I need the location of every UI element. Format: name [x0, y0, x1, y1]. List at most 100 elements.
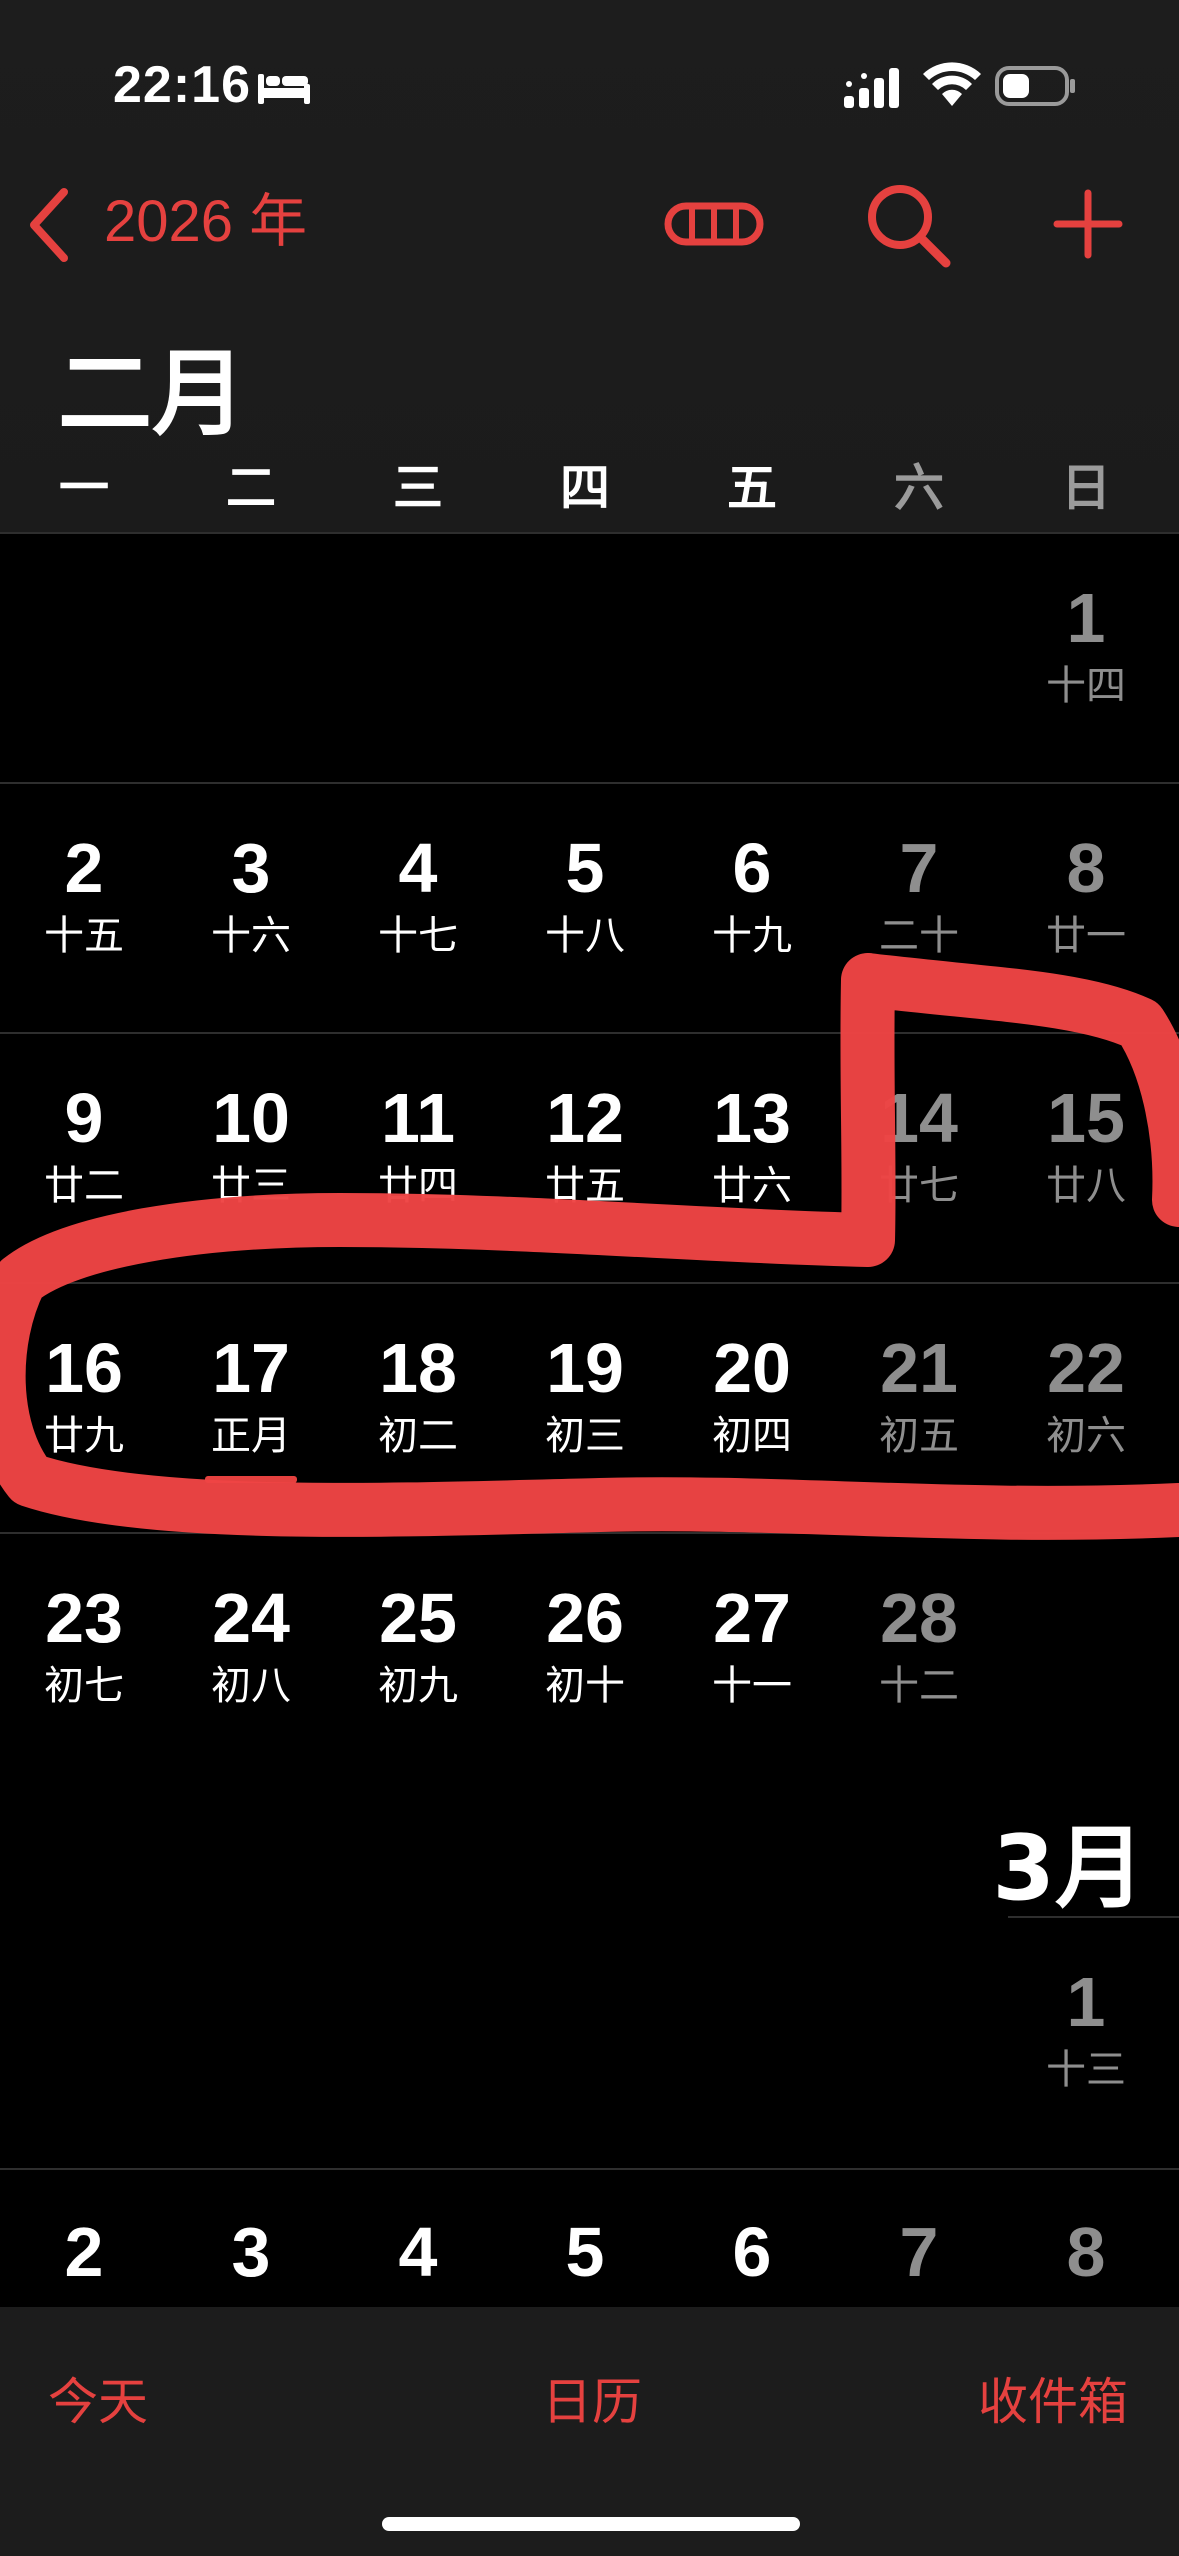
- day-cell[interactable]: 4 十七: [334, 826, 502, 962]
- day-number: 10: [212, 1079, 290, 1157]
- day-number: 15: [1047, 1079, 1125, 1157]
- day-cell[interactable]: 15 廿八: [1002, 1076, 1170, 1212]
- lunar-date: 廿五: [545, 1163, 625, 1209]
- day-number: 6: [732, 2213, 772, 2291]
- week-divider: [0, 1532, 1179, 1534]
- lunar-date: 廿八: [1046, 1163, 1126, 1209]
- view-toggle-icon[interactable]: [664, 202, 764, 246]
- day-cell[interactable]: 27 十一: [668, 1576, 836, 1712]
- add-icon[interactable]: [1053, 189, 1123, 259]
- day-cell[interactable]: 12 廿五: [501, 1076, 669, 1212]
- day-number: 4: [398, 2213, 438, 2291]
- day-number: 1: [1066, 1963, 1106, 2041]
- search-icon[interactable]: [866, 183, 952, 269]
- back-year-button[interactable]: 2026 年: [104, 186, 307, 258]
- day-cell[interactable]: 21 初五: [835, 1326, 1003, 1462]
- day-number: 12: [546, 1079, 624, 1157]
- day-number: 11: [381, 1079, 455, 1157]
- day-cell[interactable]: 25 初九: [334, 1576, 502, 1712]
- month-title: 二月: [58, 340, 247, 449]
- day-cell[interactable]: 11 廿四: [334, 1076, 502, 1212]
- week-divider: [0, 782, 1179, 784]
- lunar-date: 初八: [211, 1663, 291, 1709]
- day-number: 23: [45, 1579, 123, 1657]
- day-cell[interactable]: 4: [334, 2210, 502, 2294]
- day-number: 7: [899, 2213, 939, 2291]
- day-cell[interactable]: 7 二十: [835, 826, 1003, 962]
- battery-icon: [995, 66, 1075, 106]
- day-cell[interactable]: 28 十二: [835, 1576, 1003, 1712]
- day-cell[interactable]: 19 初三: [501, 1326, 669, 1462]
- day-number: 14: [880, 1079, 958, 1157]
- day-cell[interactable]: 10 廿三: [167, 1076, 335, 1212]
- day-cell[interactable]: 3 十六: [167, 826, 335, 962]
- day-number: 5: [565, 2213, 605, 2291]
- week-divider: [0, 1282, 1179, 1284]
- lunar-date: 初四: [712, 1413, 792, 1459]
- day-number: 8: [1066, 829, 1106, 907]
- day-cell[interactable]: 14 廿七: [835, 1076, 1003, 1212]
- lunar-date: 廿三: [211, 1163, 291, 1209]
- day-cell[interactable]: 6 十九: [668, 826, 836, 962]
- day-cell[interactable]: 8: [1002, 2210, 1170, 2294]
- day-cell[interactable]: 16 廿九: [0, 1326, 168, 1462]
- weekday-label: 四: [560, 459, 610, 517]
- day-cell[interactable]: 2 十五: [0, 826, 168, 962]
- today-button[interactable]: 今天: [48, 2362, 148, 2434]
- day-cell[interactable]: 13 廿六: [668, 1076, 836, 1212]
- day-cell-today[interactable]: 17 正月: [167, 1326, 335, 1462]
- day-cell[interactable]: 5 十八: [501, 826, 669, 962]
- lunar-date: 廿六: [712, 1163, 792, 1209]
- lunar-date: 十五: [44, 913, 124, 959]
- lunar-date: 十一: [712, 1663, 792, 1709]
- day-cell[interactable]: 7: [835, 2210, 1003, 2294]
- lunar-date: 廿四: [378, 1163, 458, 1209]
- chevron-left-icon[interactable]: [26, 186, 74, 264]
- day-number: 3: [231, 829, 271, 907]
- inbox-button[interactable]: 收件箱: [978, 2362, 1128, 2434]
- lunar-date: 初三: [545, 1413, 625, 1459]
- lunar-date: 廿七: [879, 1163, 959, 1209]
- day-number: 19: [546, 1329, 624, 1407]
- week-divider: [0, 2168, 1179, 2170]
- lunar-date: 十二: [879, 1663, 959, 1709]
- home-indicator: [382, 2517, 800, 2531]
- day-cell[interactable]: 5: [501, 2210, 669, 2294]
- day-cell[interactable]: 26 初十: [501, 1576, 669, 1712]
- status-bar: 22:16: [0, 0, 1179, 170]
- day-number: 3: [231, 2213, 271, 2291]
- day-number: 17: [212, 1329, 290, 1407]
- day-cell[interactable]: 8 廿一: [1002, 826, 1170, 962]
- day-number: 2: [64, 2213, 104, 2291]
- weekday-label: 一: [59, 459, 109, 517]
- day-cell[interactable]: 3: [167, 2210, 335, 2294]
- day-cell[interactable]: 18 初二: [334, 1326, 502, 1462]
- day-cell[interactable]: 23 初七: [0, 1576, 168, 1712]
- weekday-label: 日: [1061, 459, 1111, 517]
- day-cell[interactable]: 1 十四: [1002, 576, 1170, 712]
- signal-icon: [844, 68, 899, 108]
- lunar-date: 十四: [1046, 663, 1126, 709]
- bed-icon: [258, 74, 310, 104]
- lunar-date: 初五: [879, 1413, 959, 1459]
- status-time: 22:16: [113, 56, 251, 114]
- calendars-button[interactable]: 日历: [542, 2362, 642, 2434]
- next-month-title: 3月: [992, 1816, 1145, 1921]
- day-cell[interactable]: 20 初四: [668, 1326, 836, 1462]
- day-number: 27: [713, 1579, 791, 1657]
- day-cell[interactable]: 9 廿二: [0, 1076, 168, 1212]
- day-cell[interactable]: 2: [0, 2210, 168, 2294]
- weekday-header: 一 二 三 四 五 六 日: [0, 448, 1179, 518]
- day-number: 26: [546, 1579, 624, 1657]
- day-cell[interactable]: 22 初六: [1002, 1326, 1170, 1462]
- day-cell[interactable]: 24 初八: [167, 1576, 335, 1712]
- day-number: 2: [64, 829, 104, 907]
- lunar-date: 十九: [712, 913, 792, 959]
- day-number: 6: [732, 829, 772, 907]
- day-number: 16: [45, 1329, 123, 1407]
- lunar-date: 初二: [378, 1413, 458, 1459]
- day-cell[interactable]: 1 十三: [1002, 1960, 1170, 2096]
- day-cell[interactable]: 6: [668, 2210, 836, 2294]
- lunar-date: 初六: [1046, 1413, 1126, 1459]
- weekday-label: 二: [226, 459, 276, 517]
